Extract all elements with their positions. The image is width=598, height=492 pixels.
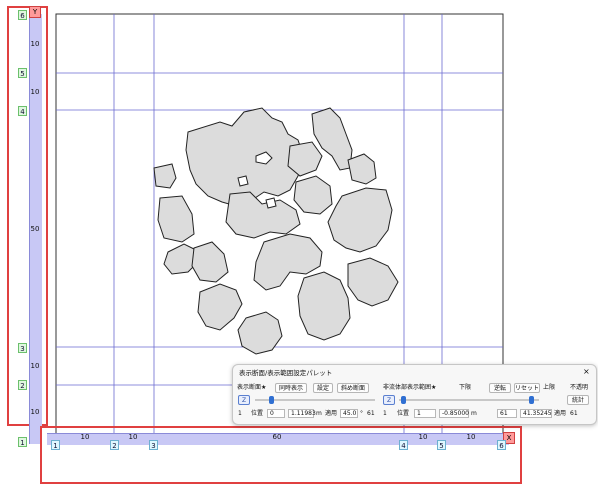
- reset-button[interactable]: リセット: [514, 383, 540, 393]
- terrain-region: [197, 283, 243, 331]
- x-node-6[interactable]: 6: [497, 440, 506, 450]
- y-axis-label: Y: [29, 6, 41, 18]
- display-section-label: 表示断面★: [237, 384, 267, 391]
- x-span-1: 10: [80, 433, 90, 441]
- terrain-region: [237, 311, 283, 355]
- display-apply-label: 適用: [325, 410, 338, 417]
- nonfluid-upper-position-field[interactable]: 61: [497, 409, 517, 418]
- display-value-field[interactable]: 1.11983: [288, 409, 316, 418]
- y-span-3: 50: [30, 225, 40, 233]
- opacity-label: 不透明: [570, 384, 589, 391]
- nonfluid-upper-value-field[interactable]: 41.35245: [520, 409, 552, 418]
- display-section-slider-thumb[interactable]: [269, 396, 274, 404]
- y-node-6[interactable]: 6: [18, 10, 27, 20]
- x-node-4[interactable]: 4: [399, 440, 408, 450]
- upper-limit-label: 上限: [543, 384, 556, 391]
- nonfluid-unit: m: [471, 410, 477, 417]
- y-span-5: 10: [30, 408, 40, 416]
- x-node-3[interactable]: 3: [149, 440, 158, 450]
- model-viewport[interactable]: Y 6 5 4 3 2 1 10 10 50 10 10 X 1 2 3 4 5…: [0, 0, 598, 492]
- y-span-1: 10: [30, 40, 40, 48]
- display-position-label: 位置: [251, 410, 264, 417]
- display-axis-z-button[interactable]: Z: [238, 395, 250, 405]
- x-span-4: 10: [418, 433, 428, 441]
- nonfluid-range-slider-track[interactable]: [399, 399, 539, 401]
- section-range-palette: 表示断面/表示範囲設定パレット × 表示断面★ 同時表示 設定 斜め断面 非流体…: [232, 364, 597, 425]
- terrain-region: [157, 195, 195, 243]
- x-node-5[interactable]: 5: [437, 440, 446, 450]
- y-span-4: 10: [30, 362, 40, 370]
- terrain-region: [293, 175, 333, 215]
- nonfluid-lower-value-field[interactable]: -0.85000: [439, 409, 469, 418]
- x-span-5: 10: [466, 433, 476, 441]
- terrain-regions: [153, 107, 399, 355]
- simultaneous-display-button[interactable]: 同時表示: [275, 383, 307, 393]
- terrain-region: [347, 257, 399, 307]
- y-node-5[interactable]: 5: [18, 68, 27, 78]
- display-unit: m: [316, 410, 322, 417]
- display-count: 61: [367, 410, 375, 417]
- display-position-field[interactable]: 0: [267, 409, 285, 418]
- lower-limit-label: 下限: [459, 384, 472, 391]
- oblique-section-button[interactable]: 斜め断面: [337, 383, 369, 393]
- display-index: 1: [238, 410, 242, 417]
- nonfluid-axis-z-button[interactable]: Z: [383, 395, 395, 405]
- terrain-region: [153, 163, 177, 189]
- nonfluid-apply-count: 61: [570, 410, 578, 417]
- nonfluid-upper-thumb[interactable]: [529, 396, 534, 404]
- settings-button[interactable]: 設定: [313, 383, 333, 393]
- statistics-button[interactable]: 統計: [567, 395, 589, 405]
- reverse-button[interactable]: 逆転: [489, 383, 511, 393]
- palette-title: 表示断面/表示範囲設定パレット: [239, 369, 333, 377]
- y-node-2[interactable]: 2: [18, 380, 27, 390]
- y-node-3[interactable]: 3: [18, 343, 27, 353]
- y-node-1[interactable]: 1: [18, 437, 27, 447]
- x-span-3: 60: [272, 433, 282, 441]
- y-span-2: 10: [30, 88, 40, 96]
- terrain-region: [347, 153, 377, 185]
- terrain-region: [185, 107, 305, 207]
- nonfluid-index: 1: [383, 410, 387, 417]
- nonfluid-apply-label: 適用: [554, 410, 567, 417]
- nonfluid-range-label: 非流体部表示範囲★: [383, 384, 437, 391]
- nonfluid-position-field[interactable]: 1: [414, 409, 436, 418]
- x-node-2[interactable]: 2: [110, 440, 119, 450]
- terrain-region: [327, 187, 393, 253]
- x-node-1[interactable]: 1: [51, 440, 60, 450]
- nonfluid-position-label: 位置: [397, 410, 410, 417]
- degree-sign: °: [360, 410, 363, 417]
- y-node-4[interactable]: 4: [18, 106, 27, 116]
- x-span-2: 10: [128, 433, 138, 441]
- display-angle-field[interactable]: 45.0: [340, 409, 358, 418]
- close-icon[interactable]: ×: [583, 368, 590, 376]
- terrain-region: [225, 191, 301, 239]
- terrain-region: [287, 141, 323, 177]
- terrain-region: [191, 241, 229, 283]
- terrain-region: [297, 271, 351, 341]
- nonfluid-lower-thumb[interactable]: [401, 396, 406, 404]
